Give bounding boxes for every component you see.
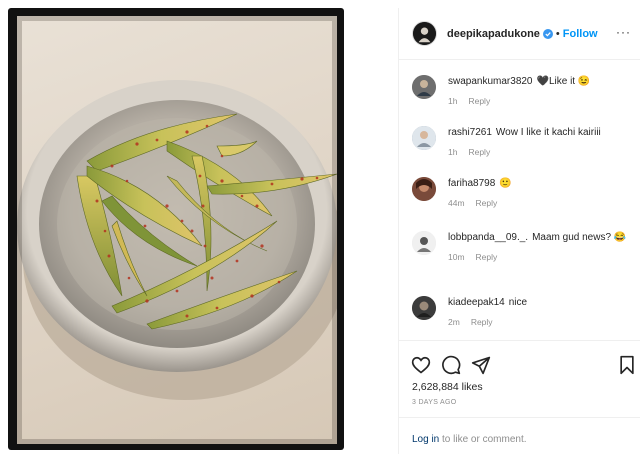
comment-time[interactable]: 44m [448,198,465,208]
action-icons-row [411,355,635,375]
comment-username[interactable]: lobbpanda__09._. [448,232,528,243]
reply-button[interactable]: Reply [468,96,490,106]
login-prompt: Log in to like or comment. [399,417,640,454]
commenter-avatar[interactable] [412,177,436,201]
post-photo-area [0,0,398,454]
commenter-avatar[interactable] [412,296,436,320]
comment-username[interactable]: swapankumar3820 [448,76,533,87]
comment-time[interactable]: 1h [448,96,457,106]
likes-count[interactable]: 2,628,884 likes [412,381,483,393]
more-options-icon[interactable]: ··· [616,26,631,38]
comment-username[interactable]: fariha8798 [448,178,495,189]
comment-time[interactable]: 10m [448,252,465,262]
comment-username[interactable]: kiadeepak14 [448,297,505,308]
reply-button[interactable]: Reply [476,198,498,208]
commenter-avatar[interactable] [412,231,436,255]
post-actions-section: 2,628,884 likes 3 DAYS AGO Log in to lik… [399,340,640,454]
mango-plate-illustration [17,16,337,444]
verified-badge-icon [542,28,553,39]
bookmark-icon[interactable] [617,355,637,375]
follow-button[interactable]: Follow [563,28,598,40]
reply-button[interactable]: Reply [476,252,498,262]
comment-icon[interactable] [441,355,461,375]
post-photo-frame [8,8,344,450]
commenter-avatar[interactable] [412,126,436,150]
commenter-avatar[interactable] [412,75,436,99]
author-avatar[interactable] [412,21,437,46]
comment-text: 🖤Like it 😉 [536,76,591,87]
post-date[interactable]: 3 DAYS AGO [412,399,457,406]
reply-button[interactable]: Reply [468,147,490,157]
comment-text: Maam gud news? 😂 [532,232,627,243]
post-side-panel: deepikapadukone • Follow ··· swapankumar… [398,8,640,454]
reply-button[interactable]: Reply [471,317,493,327]
comment-text: 🙂 [499,178,512,189]
comment-time[interactable]: 1h [448,147,457,157]
comment-text: Wow I like it kachi kairiii [495,127,601,138]
header-separator: • [555,27,560,40]
comment-username[interactable]: rashi7261 [448,127,492,138]
comment-time[interactable]: 2m [448,317,460,327]
post-photo[interactable] [17,16,337,444]
login-prompt-text: to like or comment. [439,434,527,445]
share-icon[interactable] [471,355,491,375]
post-header: deepikapadukone • Follow ··· [399,8,640,60]
author-username[interactable]: deepikapadukone [447,28,540,40]
login-link[interactable]: Log in [412,434,439,445]
comment-text: nice [508,297,528,308]
heart-icon[interactable] [411,355,431,375]
